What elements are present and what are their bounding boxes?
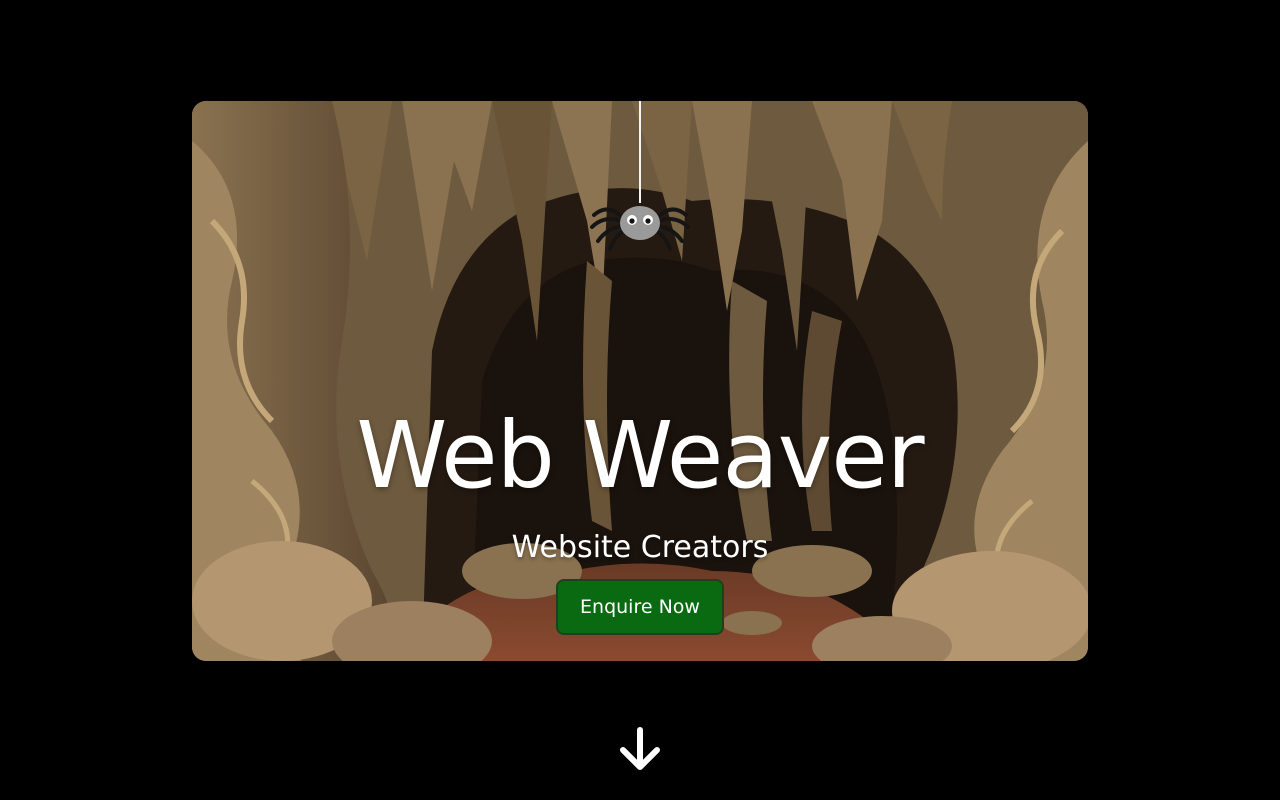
spider-thread (639, 101, 641, 203)
site-subtitle: Website Creators (511, 530, 769, 565)
hero-banner: Web Weaver Website Creators Enquire Now (192, 101, 1088, 661)
arrow-down-icon[interactable] (617, 726, 663, 772)
enquire-now-button[interactable]: Enquire Now (556, 579, 724, 635)
site-title: Web Weaver (356, 402, 924, 509)
spider-icon (590, 206, 690, 251)
